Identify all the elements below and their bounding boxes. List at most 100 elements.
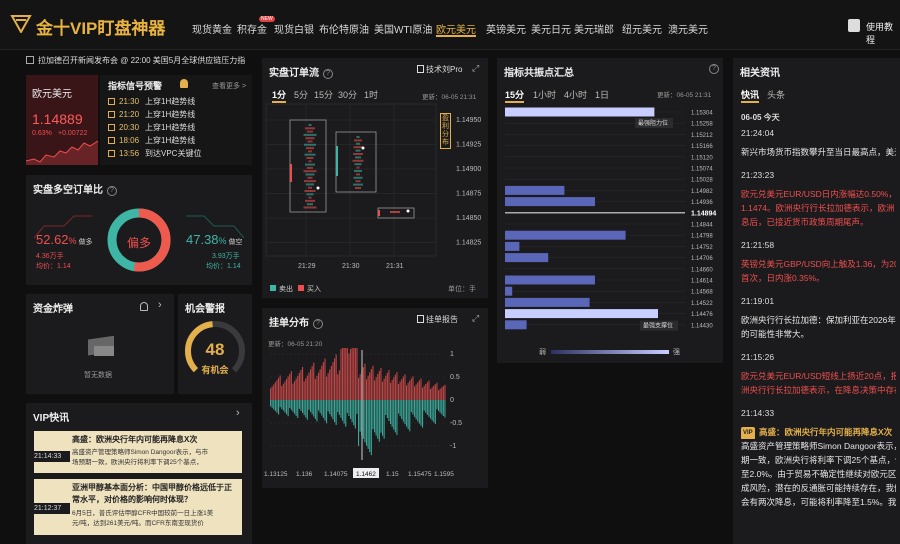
quote-card[interactable]: 欧元美元 1.14889 0.63% +0.00722 [26,75,98,165]
orderflow-side-tag[interactable]: 盈利分布 [440,113,451,149]
dist-bar-up [426,382,428,400]
dist-bar-up [391,380,393,400]
nav-tab-10[interactable]: 澳元美元 [668,21,708,36]
nav-tab-0[interactable]: 现货黄金 [192,21,232,36]
resistance-tab-1[interactable]: 1小时 [533,88,556,101]
nav-tab-5[interactable]: 欧元美元 [436,21,476,37]
resistance-tab-0[interactable]: 15分 [505,88,525,103]
news-title: 相关资讯 [740,68,780,79]
signal-time: 18:06 [119,136,140,145]
resistance-bar[interactable] [505,107,655,117]
news-line[interactable]: 首次，日内涨0.35%。 [741,272,896,285]
news-line[interactable]: 欧元兑美元EUR/USD短线上扬近20点，报 [741,370,896,383]
expand-icon[interactable]: ⤢ [472,63,479,74]
resistance-tab-3[interactable]: 1日 [595,88,609,101]
news-line[interactable]: 高盛：欧洲央行年内可能再降息X次 VIP [741,426,896,439]
resistance-bar[interactable] [505,253,549,263]
dist-updated: 更新：06-05 21:20 [268,341,323,348]
pro-button[interactable]: 技术刘Pro [417,64,462,75]
orderflow-cell [304,190,316,192]
news-line[interactable]: 的可能性非常大。 [741,328,896,341]
resistance-bar[interactable] [505,309,658,319]
resistance-bar[interactable] [505,241,520,251]
news-line[interactable]: 至2.0%。由于贸易不确定性继续对欧元区 [741,468,896,481]
help-icon[interactable]: ? [107,186,117,196]
dist-report-button[interactable]: 挂单报告 [417,314,458,325]
bomb-arrow-icon[interactable]: › [158,299,162,311]
news-line[interactable]: 欧洲央行行长拉加德：保加利亚在2026年加 [741,314,896,327]
dist-bar-up [414,386,416,400]
help-icon[interactable]: ? [313,319,323,329]
dist-bar-down [402,400,404,422]
dist-bar-up [311,366,313,400]
nav-tab-4[interactable]: 美国WTI原油 [374,21,432,36]
news-ticker[interactable]: 拉加德召开新闻发布会 @ 22:00 美国5月全球供应链压力指 [26,55,256,75]
dist-bar-down [364,400,366,443]
resistance-bar[interactable] [505,286,513,296]
tutorial-button[interactable]: 使用教程 [842,16,900,45]
news-line[interactable]: 新兴市场货币指数攀升至当日最高点，美元 [741,146,896,159]
dist-bar-down [383,400,385,439]
nav-tab-7[interactable]: 美元日元 [531,21,571,36]
vip-item[interactable]: 21:14:33 高盛：欧洲央行年内可能再降息X次 高盛资产管理策略师Simon D… [34,431,242,473]
nav-tab-9[interactable]: 纽元美元 [622,21,662,36]
dist-bar-up [287,376,289,400]
news-line[interactable]: 息后，已接近货币政策周期尾声。 [741,216,896,229]
dist-bar-up [380,367,382,400]
dist-bar-down [377,400,379,439]
orderflow-cell [353,183,363,186]
nav-tab-2[interactable]: 现货白银 [274,21,314,36]
vip-item[interactable]: 21:12:37 亚洲甲醇基本面分析：中国甲醇价格远低于正 常水平，对价格的影响何时… [34,479,242,535]
nav-tab-3[interactable]: 布伦特原油 [319,21,369,36]
dist-expand-icon[interactable]: ⤢ [472,313,479,324]
resistance-bar[interactable] [505,197,595,207]
bell-icon[interactable] [180,79,188,88]
orderflow-ytick: 1.14950 [456,117,481,124]
dist-bar-up [367,375,369,400]
resistance-tab-2[interactable]: 4小时 [564,88,587,101]
news-line[interactable]: 高盛资产管理策略师Simon Dangoor表示， [741,440,896,453]
signal-row[interactable]: 18:06 上穿1H趋势线 [108,135,195,146]
dist-bar-down [439,400,441,413]
news-line[interactable]: 成风险，潜在的反通胀可能持续存在，我们 [741,482,896,495]
news-line[interactable]: 1.1474。欧洲央行行长拉加德表示，欧洲 [741,202,896,215]
news-time: 21:19:01 [741,296,775,306]
resistance-price-label: 1.14476 [691,312,713,318]
bomb-bell-icon[interactable] [140,302,148,311]
dist-bar-up [393,377,395,400]
dist-bar-up [410,378,412,400]
dist-bar-down [346,400,348,414]
signal-row[interactable]: 21:30 上穿1H趋势线 [108,96,195,107]
resistance-bar[interactable] [505,185,565,195]
news-tab-1[interactable]: 头条 [767,88,785,101]
help-icon[interactable]: ? [709,64,719,74]
nav-tab-1[interactable]: 积存金 NEW [237,16,275,36]
dist-bar-down [414,400,416,417]
nav-tab-8[interactable]: 美元瑞郎 [574,21,614,36]
signal-row[interactable]: 13:56 到达VPC关键位 [108,148,201,159]
signal-row[interactable]: 21:20 上穿1H趋势线 [108,109,195,120]
news-line[interactable]: 会有两次降息，可能将利率降至1.5%。我 [741,496,896,509]
news-tab-0[interactable]: 快讯 [741,88,760,103]
help-icon[interactable]: ? [323,69,333,79]
resistance-bar[interactable] [505,320,527,330]
vip-arrow-icon[interactable]: › [236,407,240,419]
strong-label: 强 [673,349,680,356]
resistance-bar[interactable] [505,275,595,285]
dist-bar-down [319,400,321,413]
signals-more-link[interactable]: 查看更多 > [212,81,246,91]
long-qty: 4.36万手 [36,253,64,260]
signal-row[interactable]: 20:30 上穿1H趋势线 [108,122,195,133]
dist-bar-up [338,370,340,400]
news-line[interactable]: 期一致，欧洲央行将利率下调25个基点，但 [741,454,896,467]
dist-bar-down [410,400,412,413]
news-line[interactable]: 英镑兑美元GBP/USD向上触及1.36，为20 [741,258,896,271]
news-line[interactable]: 欧元兑美元EUR/USD日内涨幅达0.50%，现 [741,188,896,201]
quote-sparkline [26,140,98,165]
resistance-bar[interactable] [505,297,590,307]
news-line[interactable]: 洲央行行长拉加德表示，在降息决策中存在 [741,384,896,397]
nav-tab-6[interactable]: 英镑美元 [486,21,526,36]
dist-bar-down [444,400,446,418]
dist-bar-down [354,400,356,429]
resistance-bar[interactable] [505,230,626,240]
